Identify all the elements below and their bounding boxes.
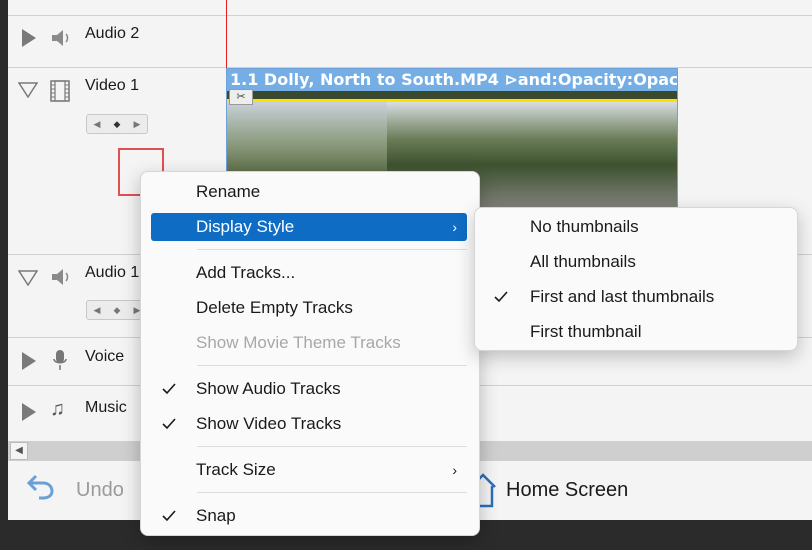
opacity-line[interactable] [227, 99, 677, 102]
undo-button[interactable]: Undo [76, 479, 124, 502]
submenu-item-first-last-thumbnails[interactable]: First and last thumbnails [475, 282, 797, 312]
menu-separator [197, 446, 467, 447]
expand-music-icon[interactable] [22, 403, 36, 421]
menu-item-label: Show Video Tracks [196, 414, 342, 433]
menu-item-label: Show Movie Theme Tracks [196, 333, 401, 352]
track-audio2-label: Audio 2 [85, 25, 140, 42]
keyframe-icon[interactable]: ◆ [114, 119, 121, 130]
expand-voice-icon[interactable] [22, 352, 36, 370]
music-note-icon: ♫ [50, 398, 65, 420]
menu-item-label: Snap [196, 506, 236, 525]
collapse-audio1-icon[interactable] [18, 270, 38, 286]
menu-item-display-style[interactable]: Display Style › [151, 213, 467, 241]
keyframe-nav[interactable]: ◀ ◆ ▶ [86, 300, 148, 320]
expand-audio2-icon[interactable] [22, 29, 36, 47]
prev-keyframe-icon[interactable]: ◀ [94, 305, 101, 316]
menu-item-label: Add Tracks... [196, 263, 296, 282]
scroll-left-icon[interactable]: ◀ [10, 442, 28, 460]
keyframe-icon[interactable]: ◆ [114, 305, 121, 316]
track-divider [8, 15, 812, 16]
scissors-icon[interactable]: ✂ [229, 89, 253, 105]
collapse-video1-icon[interactable] [18, 82, 38, 98]
menu-item-label: Display Style [196, 217, 295, 236]
chevron-right-icon: › [452, 219, 457, 235]
menu-item-label: Track Size [196, 460, 276, 479]
prev-keyframe-icon[interactable]: ◀ [94, 119, 101, 130]
speaker-icon [52, 30, 69, 46]
submenu-item-label: First and last thumbnails [530, 287, 715, 306]
menu-item-show-video-tracks[interactable]: Show Video Tracks [145, 410, 467, 438]
menu-item-show-audio-tracks[interactable]: Show Audio Tracks [145, 375, 467, 403]
clip-title: 1.1 Dolly, North to South.MP4 ⊳and:Opaci… [227, 69, 677, 91]
next-keyframe-icon[interactable]: ▶ [134, 119, 141, 130]
keyframe-nav[interactable]: ◀ ◆ ▶ [86, 114, 148, 134]
checkmark-icon [162, 383, 176, 395]
checkmark-icon [162, 418, 176, 430]
display-style-submenu: No thumbnails All thumbnails First and l… [474, 207, 798, 351]
menu-item-rename[interactable]: Rename [145, 178, 467, 206]
menu-item-delete-empty-tracks[interactable]: Delete Empty Tracks [145, 294, 467, 322]
undo-icon[interactable] [26, 470, 56, 500]
menu-item-show-movie-theme-tracks: Show Movie Theme Tracks [145, 329, 467, 357]
submenu-item-label: No thumbnails [530, 217, 639, 236]
submenu-item-no-thumbnails[interactable]: No thumbnails [475, 212, 797, 242]
submenu-item-all-thumbnails[interactable]: All thumbnails [475, 247, 797, 277]
menu-item-add-tracks[interactable]: Add Tracks... [145, 259, 467, 287]
menu-separator [197, 249, 467, 250]
submenu-item-label: All thumbnails [530, 252, 636, 271]
track-context-menu: Rename Display Style › Add Tracks... Dele… [140, 171, 480, 536]
menu-item-label: Rename [196, 182, 261, 201]
track-audio1-label: Audio 1 [85, 264, 140, 281]
home-screen-button[interactable]: Home Screen [506, 479, 628, 502]
track-voice-label: Voice [85, 348, 125, 365]
chevron-right-icon: › [452, 462, 457, 478]
film-icon [50, 80, 70, 102]
menu-separator [197, 365, 467, 366]
checkmark-icon [494, 291, 508, 303]
menu-item-track-size[interactable]: Track Size › [145, 456, 467, 484]
submenu-item-label: First thumbnail [530, 322, 642, 341]
menu-item-label: Show Audio Tracks [196, 379, 341, 398]
menu-item-snap[interactable]: Snap [145, 502, 467, 530]
submenu-item-first-thumbnail[interactable]: First thumbnail [475, 317, 797, 347]
menu-separator [197, 492, 467, 493]
track-video1-label: Video 1 [85, 77, 139, 94]
track-music-label: Music [85, 399, 127, 416]
microphone-icon [53, 350, 67, 370]
checkmark-icon [162, 510, 176, 522]
menu-item-label: Delete Empty Tracks [196, 298, 353, 317]
speaker-icon [52, 269, 69, 285]
